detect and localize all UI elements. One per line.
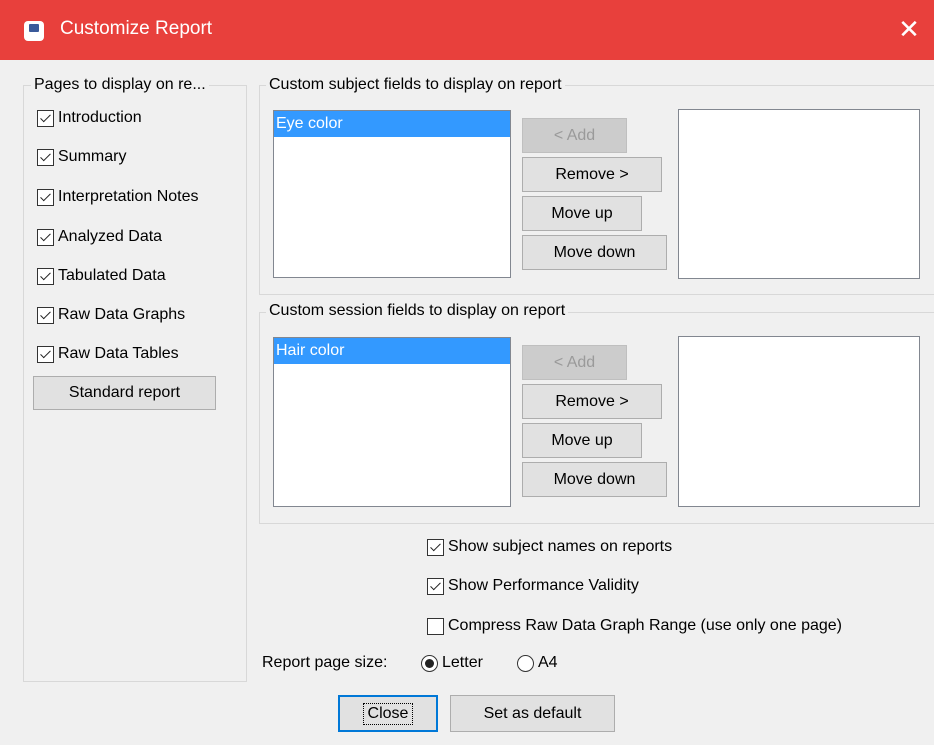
add-label: < Add [553,126,596,144]
list-item[interactable]: Eye color [274,111,510,137]
checkbox-box[interactable] [37,306,54,324]
checkbox-label: Show Performance Validity [448,577,639,594]
checkbox-box[interactable] [37,345,54,363]
list-item[interactable]: Hair color [274,338,510,364]
checkbox-interpretation-notes[interactable]: Interpretation Notes [37,188,199,206]
checkbox-raw-data-graphs[interactable]: Raw Data Graphs [37,306,185,324]
radio-a4[interactable]: A4 [517,654,558,672]
page-size-label: Report page size: [262,654,388,671]
checkbox-label: Compress Raw Data Graph Range (use only … [448,617,842,634]
checkbox-box[interactable] [37,188,54,206]
checkbox-box[interactable] [37,148,54,166]
checkbox-show-subject-names[interactable]: Show subject names on reports [427,538,672,556]
checkbox-label: Show subject names on reports [448,538,673,555]
radio-circle[interactable] [517,654,534,672]
subject-remove-button[interactable]: Remove > [522,157,662,192]
checkbox-label: Raw Data Graphs [58,306,186,323]
subject-move-up-button[interactable]: Move up [522,196,642,231]
checkbox-label: Summary [58,148,127,165]
move-up-label: Move up [551,431,613,449]
session-move-up-button[interactable]: Move up [522,423,642,458]
checkbox-label: Raw Data Tables [58,345,179,362]
checkbox-summary[interactable]: Summary [37,148,126,166]
checkbox-label: Tabulated Data [58,267,166,284]
radio-label: Letter [442,654,483,671]
session-selected-list[interactable]: Hair color [273,337,511,507]
checkbox-box[interactable] [427,538,444,556]
standard-report-label: Standard report [68,384,181,401]
radio-circle[interactable] [421,654,438,672]
session-add-button[interactable]: < Add [522,345,627,380]
checkbox-box[interactable] [37,228,54,246]
checkbox-label: Interpretation Notes [58,188,199,205]
add-label: < Add [553,353,596,371]
set-default-label: Set as default [483,704,582,722]
checkbox-box[interactable] [427,577,444,595]
session-move-down-button[interactable]: Move down [522,462,667,497]
remove-label: Remove > [555,165,629,183]
subject-selected-list[interactable]: Eye color [273,110,511,278]
radio-letter[interactable]: Letter [421,654,483,672]
checkbox-box[interactable] [37,267,54,285]
close-label: Close [362,702,414,725]
checkbox-raw-data-tables[interactable]: Raw Data Tables [37,345,179,363]
subject-move-down-button[interactable]: Move down [522,235,667,270]
move-up-label: Move up [551,204,613,222]
title-bar: Customize Report ✕ [0,0,934,60]
session-remove-button[interactable]: Remove > [522,384,662,419]
session-fields-group-label: Custom session fields to display on repo… [266,302,569,320]
session-available-list[interactable] [678,336,920,507]
checkbox-compress-raw-graph[interactable]: Compress Raw Data Graph Range (use only … [427,617,842,635]
window-title: Customize Report [60,18,213,39]
checkbox-show-performance-validity[interactable]: Show Performance Validity [427,577,639,595]
subject-available-list[interactable] [678,109,920,279]
close-button[interactable]: Close [338,695,438,732]
subject-fields-group-label: Custom subject fields to display on repo… [266,76,565,94]
move-down-label: Move down [553,470,636,488]
checkbox-analyzed-data[interactable]: Analyzed Data [37,228,162,246]
remove-label: Remove > [555,392,629,410]
app-icon [24,21,44,41]
checkbox-label: Introduction [58,109,142,126]
checkbox-box[interactable] [427,617,444,635]
standard-report-button[interactable]: Standard report [33,376,216,410]
radio-label: A4 [538,654,558,671]
checkbox-box[interactable] [37,109,54,127]
set-as-default-button[interactable]: Set as default [450,695,615,732]
checkbox-label: Analyzed Data [58,228,163,245]
checkbox-tabulated-data[interactable]: Tabulated Data [37,267,166,285]
close-window-icon[interactable]: ✕ [892,12,926,46]
move-down-label: Move down [553,243,636,261]
checkbox-introduction[interactable]: Introduction [37,109,142,127]
subject-add-button[interactable]: < Add [522,118,627,153]
pages-group-label: Pages to display on re... [31,76,209,94]
